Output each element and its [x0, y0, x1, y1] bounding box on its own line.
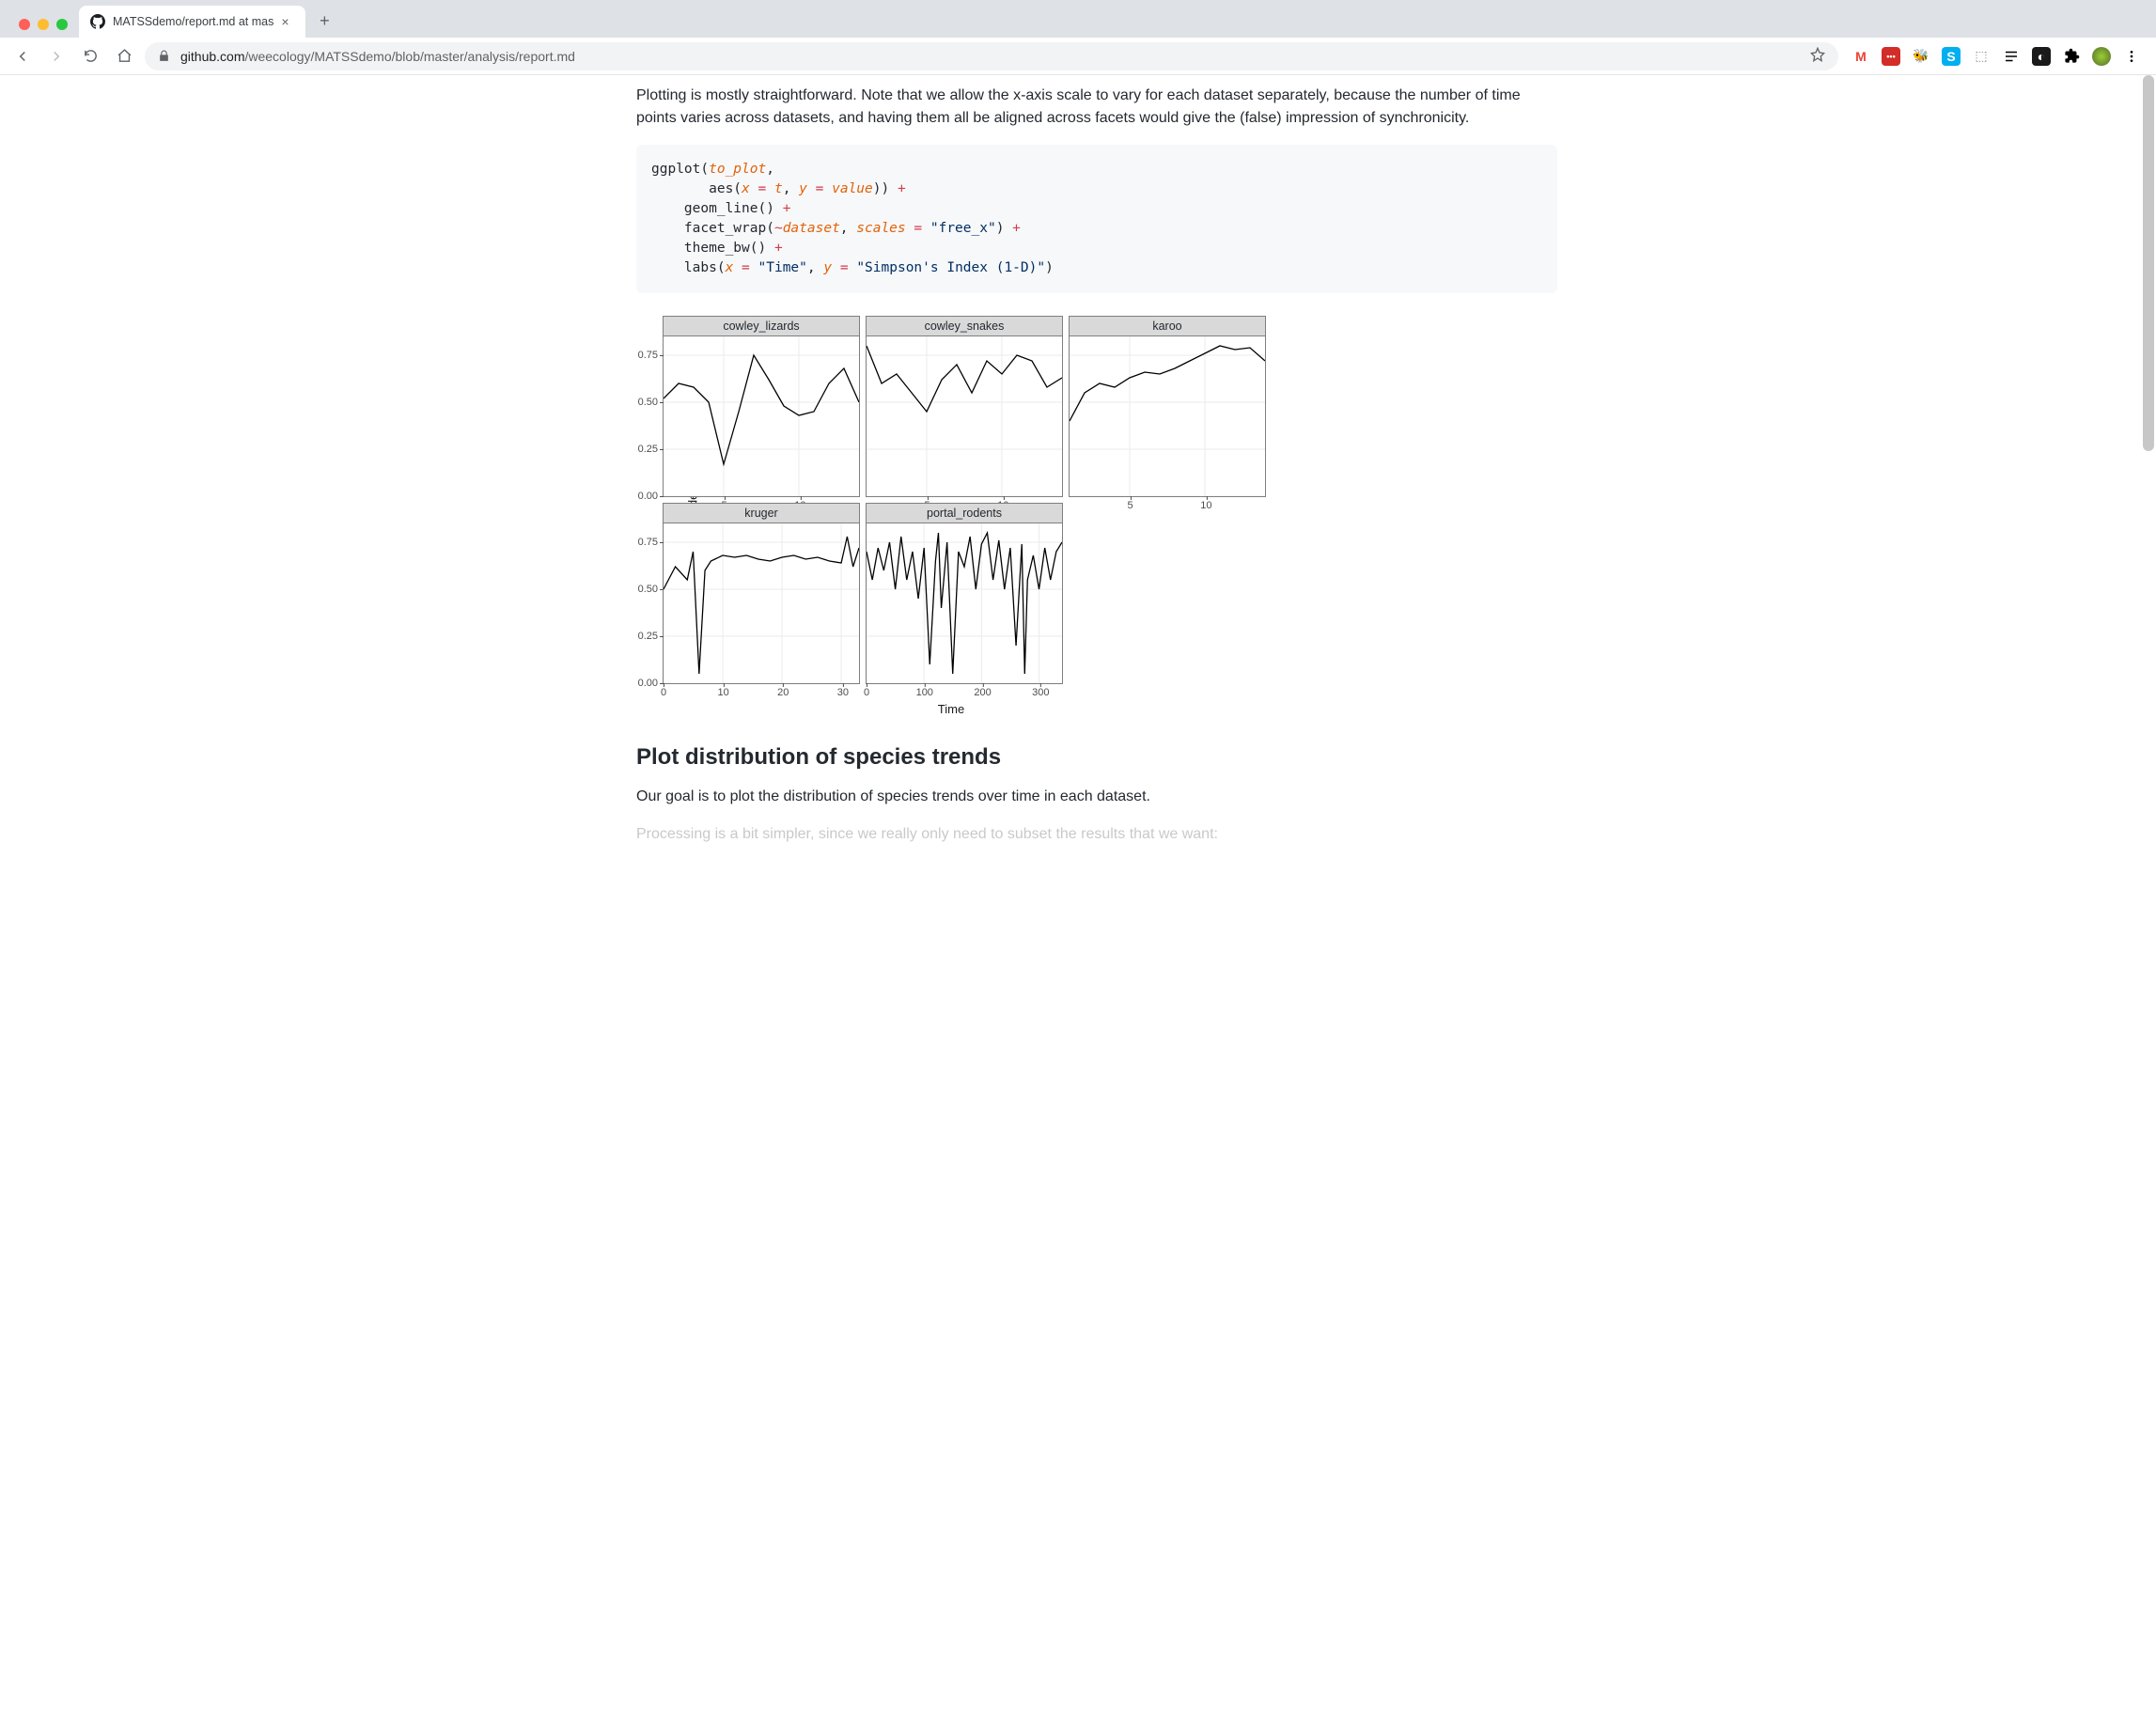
facet-chart: Simpson's Index (1-D) Time cowley_lizard… — [636, 316, 1557, 716]
forward-button[interactable] — [43, 43, 70, 70]
chart-facet: karoo510 — [1069, 316, 1266, 497]
section-paragraph: Our goal is to plot the distribution of … — [636, 786, 1557, 808]
markdown-content: Plotting is mostly straightforward. Note… — [580, 75, 1576, 883]
x-tick-label: 300 — [1032, 687, 1049, 698]
chart-facet: cowley_snakes510 — [866, 316, 1063, 497]
facet-panel: 0.000.250.500.75510 — [664, 336, 859, 496]
skype-icon[interactable]: S — [1942, 47, 1961, 66]
facet-panel: 510 — [867, 336, 1062, 496]
y-tick-label: 0.75 — [638, 537, 658, 548]
facet-title: portal_rodents — [867, 504, 1062, 523]
facet-panel: 0100200300 — [867, 523, 1062, 683]
intro-paragraph: Plotting is mostly straightforward. Note… — [636, 85, 1557, 130]
profile-avatar[interactable] — [2092, 47, 2111, 66]
lastpass-icon[interactable]: ••• — [1882, 47, 1900, 66]
window-close-button[interactable] — [19, 19, 30, 30]
lock-icon — [158, 50, 171, 63]
bookmark-star-icon[interactable] — [1810, 47, 1825, 65]
browser-menu-icon[interactable] — [2122, 47, 2141, 66]
reload-button[interactable] — [77, 43, 103, 70]
address-bar[interactable]: github.com/weecology/MATSSdemo/blob/mast… — [145, 42, 1838, 70]
y-tick-label: 0.50 — [638, 584, 658, 595]
x-tick-label: 5 — [1128, 500, 1133, 511]
browser-chrome: MATSSdemo/report.md at mas × + github.co… — [0, 0, 2156, 75]
scrollbar[interactable] — [2141, 75, 2154, 1716]
y-tick-label: 0.00 — [638, 491, 658, 502]
back-button[interactable] — [9, 43, 36, 70]
tab-strip: MATSSdemo/report.md at mas × + — [0, 0, 2156, 38]
window-maximize-button[interactable] — [56, 19, 68, 30]
reading-list-icon[interactable] — [2002, 47, 2021, 66]
facet-title: cowley_snakes — [867, 317, 1062, 336]
code-text: ggplot(to_plot, aes(x = t, y = value)) +… — [651, 162, 1054, 275]
chart-facet: kruger0.000.250.500.750102030 — [663, 503, 860, 684]
extensions-puzzle-icon[interactable] — [2062, 47, 2081, 66]
window-controls — [15, 19, 79, 38]
github-favicon — [90, 14, 105, 29]
browser-toolbar: github.com/weecology/MATSSdemo/blob/mast… — [0, 38, 2156, 75]
x-tick-label: 200 — [974, 687, 991, 698]
new-tab-button[interactable]: + — [311, 8, 337, 34]
y-tick-label: 0.75 — [638, 350, 658, 361]
facet-title: kruger — [664, 504, 859, 523]
y-tick-label: 0.00 — [638, 678, 658, 689]
extension-icons: M ••• 🐝 S ⬚ ◐ — [1846, 47, 2147, 66]
facet-panel: 0.000.250.500.750102030 — [664, 523, 859, 683]
x-tick-label: 30 — [837, 687, 849, 698]
x-tick-label: 20 — [777, 687, 789, 698]
gmail-icon[interactable]: M — [1851, 47, 1870, 66]
y-tick-label: 0.50 — [638, 397, 658, 408]
x-tick-label: 10 — [1200, 500, 1211, 511]
cutoff-text: Processing is a bit simpler, since we re… — [636, 823, 1557, 846]
extension-icon-3[interactable]: 🐝 — [1912, 47, 1930, 66]
browser-tab[interactable]: MATSSdemo/report.md at mas × — [79, 6, 305, 38]
facet-title: karoo — [1070, 317, 1265, 336]
x-tick-label: 0 — [661, 687, 666, 698]
url-text: github.com/weecology/MATSSdemo/blob/mast… — [180, 49, 1801, 64]
y-tick-label: 0.25 — [638, 631, 658, 642]
tab-title: MATSSdemo/report.md at mas — [113, 15, 273, 28]
home-button[interactable] — [111, 43, 137, 70]
facet-title: cowley_lizards — [664, 317, 859, 336]
extension-icon-7[interactable]: ◐ — [2032, 47, 2051, 66]
section-heading: Plot distribution of species trends — [636, 744, 1557, 771]
extension-icon-5[interactable]: ⬚ — [1972, 47, 1991, 66]
chart-facet: portal_rodents0100200300 — [866, 503, 1063, 684]
window-minimize-button[interactable] — [38, 19, 49, 30]
x-tick-label: 10 — [718, 687, 729, 698]
tab-close-button[interactable]: × — [281, 15, 294, 28]
page-viewport[interactable]: Plotting is mostly straightforward. Note… — [0, 75, 2156, 1716]
chart-xlabel: Time — [938, 702, 964, 716]
x-tick-label: 0 — [864, 687, 869, 698]
facet-panel: 510 — [1070, 336, 1265, 496]
scrollbar-thumb[interactable] — [2143, 75, 2154, 451]
x-tick-label: 100 — [916, 687, 933, 698]
y-tick-label: 0.25 — [638, 444, 658, 455]
chart-facet: cowley_lizards0.000.250.500.75510 — [663, 316, 860, 497]
code-block: ggplot(to_plot, aes(x = t, y = value)) +… — [636, 145, 1557, 293]
